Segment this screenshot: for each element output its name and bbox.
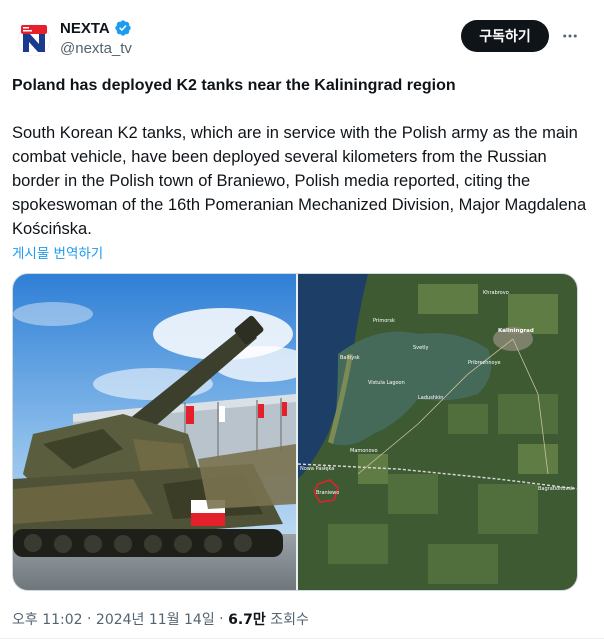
map-label-nova-pasleka: Nowa Pasłęka <box>300 466 334 472</box>
display-name[interactable]: NEXTA <box>60 20 110 37</box>
k2-tank-photo[interactable] <box>13 274 296 590</box>
divider <box>0 638 604 639</box>
translate-post-link[interactable]: 게시물 번역하기 <box>12 242 103 262</box>
tweet-header: NEXTA @nexta_tv 구독하기 <box>12 14 592 62</box>
map-label-kaliningrad: Kaliningrad <box>498 328 534 334</box>
map-label-ladushkin: Ladushkin <box>418 395 443 401</box>
tank-photo-image <box>13 274 296 590</box>
more-dots-icon <box>563 34 577 38</box>
meta-separator: · <box>214 611 229 627</box>
map-label-baltiysk: Baltiysk <box>340 355 360 361</box>
views-count: 6.7만 <box>228 612 266 628</box>
satellite-map-image: Khrabrovo Primorsk Kaliningrad Baltiysk … <box>298 274 577 590</box>
verified-badge-icon[interactable] <box>114 19 132 37</box>
more-button[interactable] <box>558 24 582 48</box>
tweet-meta: 오후 11:02 · 2024년 11월 14일 · 6.7만 조회수 <box>12 609 309 629</box>
tweet-title: Poland has deployed K2 tanks near the Ka… <box>12 77 456 94</box>
map-label-primorsk: Primorsk <box>373 318 395 324</box>
map-label-bagrationovsk: Bagrationovsk <box>538 486 574 492</box>
nexta-logo-icon <box>14 20 54 60</box>
account-names: NEXTA @nexta_tv <box>60 18 132 58</box>
display-name-row: NEXTA <box>60 18 132 38</box>
map-label-pribrezhnoye: Pribrezhnoye <box>468 360 501 366</box>
views-label: 조회수 <box>270 612 309 628</box>
account-handle[interactable]: @nexta_tv <box>60 40 132 57</box>
map-label-khrabrovo: Khrabrovo <box>483 290 509 296</box>
meta-separator: · <box>82 611 96 627</box>
avatar[interactable] <box>14 20 54 60</box>
kaliningrad-satellite-map[interactable]: Khrabrovo Primorsk Kaliningrad Baltiysk … <box>298 274 577 590</box>
tweet-body: South Korean K2 tanks, which are in serv… <box>12 124 587 238</box>
tweet-date[interactable]: 2024년 11월 14일 <box>96 609 215 629</box>
media-grid: Khrabrovo Primorsk Kaliningrad Baltiysk … <box>12 273 578 591</box>
map-label-braniewo: Braniewo <box>316 490 339 496</box>
subscribe-button[interactable]: 구독하기 <box>461 20 549 52</box>
map-label-svetly: Svetly <box>413 345 429 351</box>
map-label-vistula-lagoon: Vistula Lagoon <box>368 380 405 386</box>
map-label-mamonovo: Mamonovo <box>350 448 378 454</box>
tweet-time[interactable]: 오후 11:02 <box>12 609 83 629</box>
